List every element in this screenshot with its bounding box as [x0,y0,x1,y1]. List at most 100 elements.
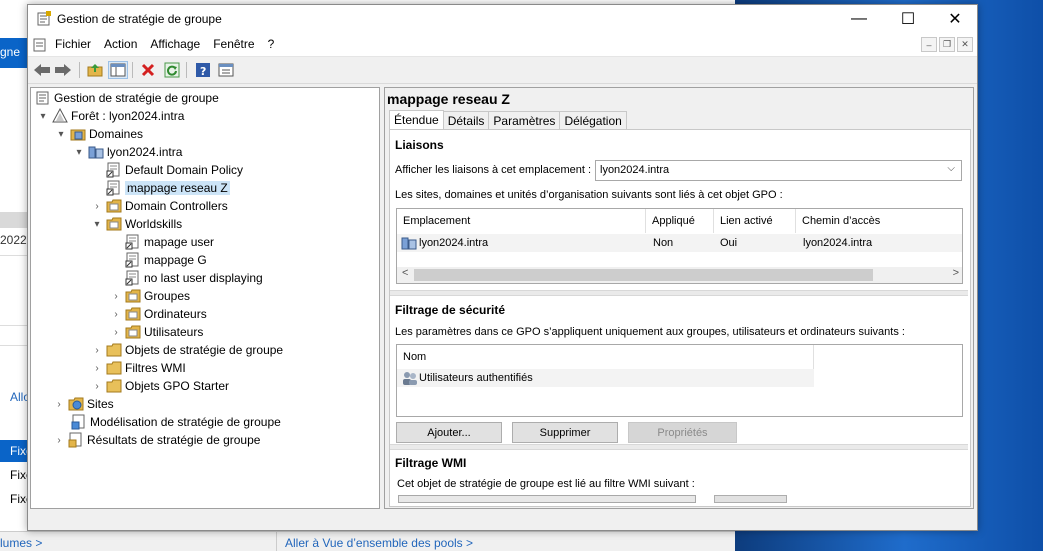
gpo-link-icon [125,252,141,268]
tree-node-ou[interactable]: › Domain Controllers [91,197,227,215]
tree-node-results[interactable]: › Résultats de stratégie de groupe [53,431,260,449]
ou-icon [125,288,141,304]
footer-link[interactable]: lumes > [0,536,42,550]
tree-node-label: Résultats de stratégie de groupe [87,433,261,447]
location-label: Afficher les liaisons à cet emplacement … [395,164,592,176]
collapse-chevron-icon[interactable]: ▾ [37,111,49,122]
minimize-button[interactable]: — [836,5,882,33]
tree-node-ou[interactable]: › Groupes [110,287,190,305]
tab-parametres[interactable]: Paramètres [488,111,561,130]
scroll-right-icon[interactable]: > [953,267,959,279]
security-table: Nom Utilisateurs authentifiés [396,344,963,417]
delete-icon[interactable] [138,61,158,79]
tab-details[interactable]: Détails [442,111,490,130]
add-button[interactable]: Ajouter... [396,422,502,443]
menu-help[interactable]: ? [268,37,281,51]
tree-node-ou[interactable]: › Utilisateurs [110,323,203,341]
tree-node-gpo-link-selected[interactable]: mappage reseau Z [106,179,230,197]
scroll-left-icon[interactable]: < [402,267,408,279]
tree-node-folder[interactable]: › Objets de stratégie de groupe [91,341,283,359]
forward-icon[interactable] [53,61,73,79]
close-button[interactable]: ✕ [932,5,978,33]
domain-icon [88,144,104,160]
tree-node-domains[interactable]: ▾ Domaines [55,125,143,143]
wmi-filter-select[interactable] [398,495,696,503]
column-header-location[interactable]: Emplacement [397,209,646,233]
tree-node-label: no last user displaying [144,271,263,285]
sites-icon [68,396,84,412]
security-heading: Filtrage de sécurité [395,303,506,317]
horizontal-scrollbar[interactable]: < > [397,267,962,283]
expand-chevron-icon[interactable]: › [91,201,103,212]
tree-node-gpo-link[interactable]: no last user displaying [125,269,263,287]
chevron-down-icon: ⌵ [947,163,955,174]
menu-affichage[interactable]: Affichage [150,37,206,51]
ou-icon [125,324,141,340]
expand-chevron-icon[interactable]: › [110,327,122,338]
tree-node-domain[interactable]: ▾ lyon2024.intra [73,143,182,161]
wmi-open-button[interactable] [714,495,787,503]
tree-node-gpmc-root[interactable]: Gestion de stratégie de groupe [35,89,219,107]
document-menu-icon[interactable] [32,37,48,53]
expand-chevron-icon[interactable]: › [110,309,122,320]
show-hide-tree-icon[interactable] [108,61,128,79]
refresh-icon[interactable] [162,61,182,79]
tree-node-ou[interactable]: ▾ Worldskills [91,215,182,233]
expand-chevron-icon[interactable]: › [53,435,65,446]
tree-node-ou[interactable]: › Ordinateurs [110,305,206,323]
tree-node-label: Groupes [144,289,191,303]
expand-chevron-icon[interactable]: › [53,399,65,410]
menu-fenetre[interactable]: Fenêtre [213,37,260,51]
tree-node-gpo-link[interactable]: mapage user [125,233,214,251]
tree-node-folder[interactable]: › Filtres WMI [91,359,185,377]
mdi-close-button[interactable]: ✕ [957,37,973,52]
help-icon[interactable]: ? [193,61,213,79]
scrollbar-thumb[interactable] [414,269,873,281]
properties-icon[interactable] [216,61,236,79]
link-enabled: Oui [720,237,738,249]
column-header-path[interactable]: Chemin d’accès [796,209,962,233]
tab-delegation[interactable]: Délégation [559,111,627,130]
maximize-button[interactable]: ☐ [885,5,931,33]
gpmc-app-icon [37,11,52,26]
results-icon [68,432,84,448]
remove-button[interactable]: Supprimer [512,422,618,443]
collapse-chevron-icon[interactable]: ▾ [73,147,85,158]
expand-chevron-icon[interactable]: › [110,291,122,302]
expand-chevron-icon[interactable]: › [91,363,103,374]
expand-chevron-icon[interactable]: › [91,381,103,392]
folder-up-icon[interactable] [85,61,105,79]
tab-strip: Étendue Détails Paramètres Délégation [389,110,627,130]
mdi-restore-button[interactable]: ❐ [939,37,955,52]
collapse-chevron-icon[interactable]: ▾ [55,129,67,140]
tree-node-forest[interactable]: ▾ Forêt : lyon2024.intra [37,107,184,125]
mdi-minimize-button[interactable]: – [921,37,937,52]
background-button[interactable]: gne [0,38,27,68]
tree-node-sites[interactable]: › Sites [53,395,113,413]
column-header-name[interactable]: Nom [397,345,814,369]
background-row-selected[interactable]: Fixe [0,440,27,462]
column-header-enforced[interactable]: Appliqué [646,209,714,233]
tab-etendue[interactable]: Étendue [389,110,444,130]
column-header-enabled[interactable]: Lien activé [714,209,796,233]
forest-icon [52,108,68,124]
tree-node-folder[interactable]: › Objets GPO Starter [91,377,229,395]
footer-link-pools[interactable]: Aller à Vue d’ensemble des pools > [285,536,473,550]
link-location: lyon2024.intra [419,237,489,249]
tree-node-gpo-link[interactable]: Default Domain Policy [106,161,243,179]
tree-node-label: mappage reseau Z [125,181,230,195]
menu-fichier[interactable]: Fichier [55,37,97,51]
location-select[interactable]: lyon2024.intra ⌵ [595,160,962,181]
menu-bar: Fichier Action Affichage Fenêtre ? – ❐ ✕ [28,33,977,57]
table-row[interactable]: lyon2024.intra Non Oui lyon2024.intra [397,234,962,252]
title-bar[interactable]: Gestion de stratégie de groupe — ☐ ✕ [28,5,977,33]
table-row[interactable]: Utilisateurs authentifiés [397,369,814,387]
tree-node-modeling[interactable]: Modélisation de stratégie de groupe [71,413,281,431]
properties-button[interactable]: Propriétés [628,422,737,443]
collapse-chevron-icon[interactable]: ▾ [91,219,103,230]
menu-action[interactable]: Action [104,37,143,51]
gpo-link-icon [125,270,141,286]
back-icon[interactable] [32,61,52,79]
expand-chevron-icon[interactable]: › [91,345,103,356]
tree-node-gpo-link[interactable]: mappage G [125,251,207,269]
